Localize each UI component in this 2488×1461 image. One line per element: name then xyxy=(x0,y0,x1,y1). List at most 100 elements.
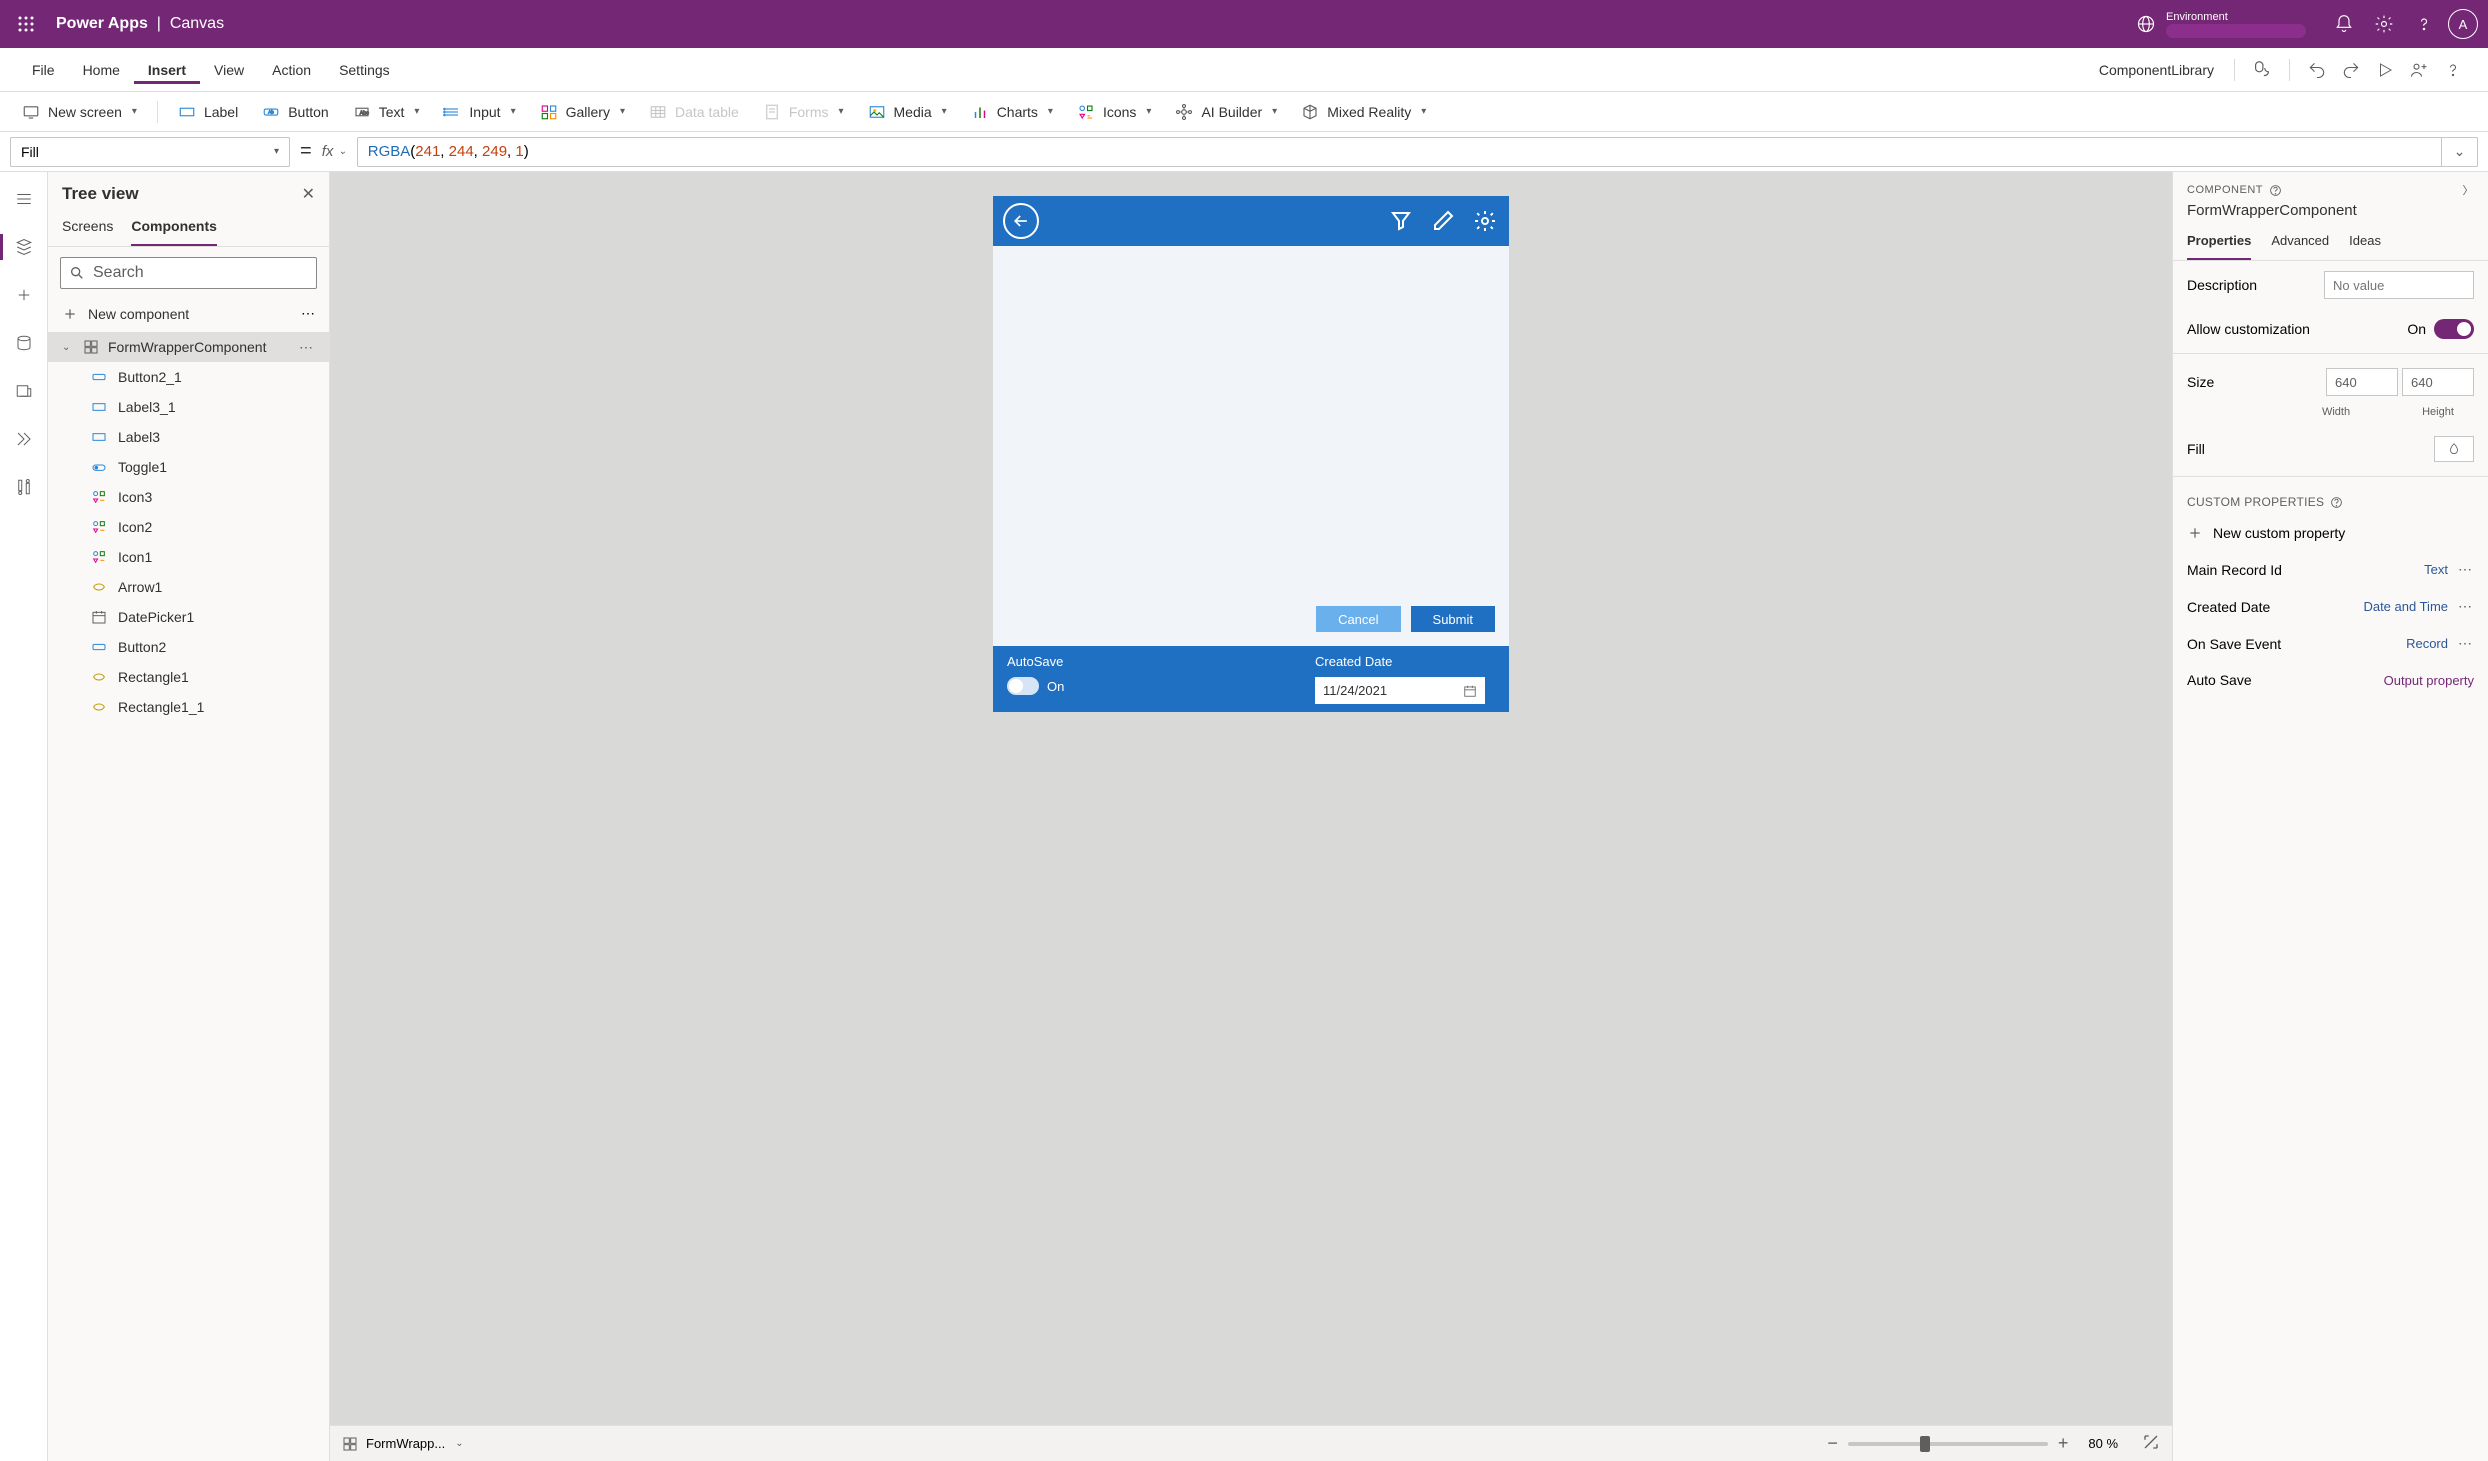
info-icon[interactable] xyxy=(2269,184,2282,197)
tree-node[interactable]: Button2 xyxy=(48,632,329,662)
property-selector[interactable]: Fill▾ xyxy=(10,137,290,167)
description-input[interactable] xyxy=(2324,271,2474,299)
menu-insert[interactable]: Insert xyxy=(134,56,200,84)
more-icon[interactable]: ⋯ xyxy=(2458,635,2474,652)
component-canvas[interactable]: Cancel Submit AutoSave On Created Date xyxy=(993,196,1509,712)
charts-dropdown[interactable]: Charts▾ xyxy=(961,99,1063,125)
insert-rail-icon[interactable] xyxy=(7,278,41,312)
info-icon[interactable] xyxy=(2330,496,2343,509)
props-tab-ideas[interactable]: Ideas xyxy=(2349,227,2381,260)
more-icon[interactable]: ⋯ xyxy=(2458,598,2474,615)
submit-button[interactable]: Submit xyxy=(1411,606,1495,632)
undo-icon[interactable] xyxy=(2300,53,2334,87)
mixed-reality-dropdown[interactable]: Mixed Reality▾ xyxy=(1291,99,1436,125)
tree-tab-components[interactable]: Components xyxy=(131,210,217,246)
screen-icon xyxy=(22,103,40,121)
close-panel-icon[interactable]: ✕ xyxy=(302,184,315,204)
tree-node[interactable]: DatePicker1 xyxy=(48,602,329,632)
tree-node[interactable]: Rectangle1_1 xyxy=(48,692,329,722)
tree-node[interactable]: Toggle1 xyxy=(48,452,329,482)
more-icon[interactable]: ⋯ xyxy=(2458,561,2474,578)
more-icon[interactable]: ⋯ xyxy=(299,339,319,356)
menu-home[interactable]: Home xyxy=(69,56,134,84)
component-footer: AutoSave On Created Date 11/24/2021 xyxy=(993,646,1509,712)
new-component-button[interactable]: New component ⋯ xyxy=(48,299,329,332)
ai-builder-dropdown[interactable]: AI Builder▾ xyxy=(1165,99,1287,125)
menu-view[interactable]: View xyxy=(200,56,258,84)
gallery-dropdown[interactable]: Gallery▾ xyxy=(530,99,635,125)
help-icon[interactable] xyxy=(2404,4,2444,44)
data-table-button: Data table xyxy=(639,99,749,125)
custom-property-row[interactable]: Auto SaveOutput property xyxy=(2173,662,2488,698)
tree-node[interactable]: Icon3 xyxy=(48,482,329,512)
more-icon[interactable]: ⋯ xyxy=(301,305,315,322)
panel-collapse-icon[interactable]: 〉 xyxy=(2463,182,2475,198)
panel-category: COMPONENT xyxy=(2187,184,2263,196)
share-icon[interactable] xyxy=(2402,53,2436,87)
custom-property-row[interactable]: Main Record IdText⋯ xyxy=(2173,551,2488,588)
zoom-slider[interactable] xyxy=(1848,1442,2048,1446)
media-dropdown[interactable]: Media▾ xyxy=(858,99,957,125)
settings-gear-icon[interactable] xyxy=(2364,4,2404,44)
hamburger-icon[interactable] xyxy=(7,182,41,216)
redo-icon[interactable] xyxy=(2334,53,2368,87)
props-tab-properties[interactable]: Properties xyxy=(2187,227,2251,260)
health-check-icon[interactable] xyxy=(2245,53,2279,87)
width-input[interactable] xyxy=(2326,368,2398,396)
tree-tab-screens[interactable]: Screens xyxy=(62,210,113,246)
input-dropdown[interactable]: Input▾ xyxy=(433,99,525,125)
created-date-input[interactable]: 11/24/2021 xyxy=(1315,677,1485,704)
data-rail-icon[interactable] xyxy=(7,326,41,360)
cancel-button[interactable]: Cancel xyxy=(1316,606,1400,632)
tree-node[interactable]: Arrow1 xyxy=(48,572,329,602)
icons-dropdown[interactable]: Icons▾ xyxy=(1067,99,1162,125)
tree-node[interactable]: Icon2 xyxy=(48,512,329,542)
menu-action[interactable]: Action xyxy=(258,56,325,84)
tree-node[interactable]: Label3 xyxy=(48,422,329,452)
back-arrow-icon[interactable] xyxy=(1003,203,1039,239)
edit-pencil-icon[interactable] xyxy=(1429,207,1457,235)
tree-node[interactable]: Rectangle1 xyxy=(48,662,329,692)
fill-color-picker[interactable] xyxy=(2434,436,2474,462)
new-screen-button[interactable]: New screen▾ xyxy=(12,99,147,125)
menu-file[interactable]: File xyxy=(18,56,69,84)
environment-picker[interactable]: Environment xyxy=(2136,11,2306,38)
fit-screen-icon[interactable] xyxy=(2142,1433,2160,1454)
fx-label[interactable]: fx⌄ xyxy=(322,143,347,160)
help-menu-icon[interactable] xyxy=(2436,53,2470,87)
menu-settings[interactable]: Settings xyxy=(325,56,404,84)
media-rail-icon[interactable] xyxy=(7,374,41,408)
props-tab-advanced[interactable]: Advanced xyxy=(2271,227,2329,260)
custom-property-row[interactable]: Created DateDate and Time⋯ xyxy=(2173,588,2488,625)
tree-view-icon[interactable] xyxy=(7,230,41,264)
selected-element-picker[interactable]: FormWrapp... ⌄ xyxy=(342,1436,464,1452)
tools-icon[interactable] xyxy=(7,470,41,504)
notifications-icon[interactable] xyxy=(2324,4,2364,44)
gear-icon[interactable] xyxy=(1471,207,1499,235)
left-rail xyxy=(0,172,48,1461)
tree-search-input[interactable]: Search xyxy=(60,257,317,289)
allow-customization-label: Allow customization xyxy=(2187,321,2310,337)
preview-play-icon[interactable] xyxy=(2368,53,2402,87)
formula-expand-icon[interactable]: ⌄ xyxy=(2442,137,2478,167)
power-automate-icon[interactable] xyxy=(7,422,41,456)
tree-node[interactable]: Icon1 xyxy=(48,542,329,572)
component-library-name[interactable]: ComponentLibrary xyxy=(2099,62,2214,78)
tree-node-root[interactable]: ⌄FormWrapperComponent⋯ xyxy=(48,332,329,362)
user-avatar[interactable]: A xyxy=(2448,9,2478,39)
custom-property-row[interactable]: On Save EventRecord⋯ xyxy=(2173,625,2488,662)
formula-input[interactable]: RGBA(241, 244, 249, 1) xyxy=(357,137,2442,167)
text-dropdown[interactable]: Abc Text▾ xyxy=(343,99,430,125)
filter-icon[interactable] xyxy=(1387,207,1415,235)
autosave-toggle[interactable]: On xyxy=(1007,677,1064,695)
new-custom-property-button[interactable]: New custom property xyxy=(2173,515,2488,551)
zoom-out-icon[interactable]: − xyxy=(1827,1433,1838,1454)
zoom-in-icon[interactable]: + xyxy=(2058,1433,2069,1454)
app-launcher-icon[interactable] xyxy=(10,8,42,40)
tree-node[interactable]: Button2_1 xyxy=(48,362,329,392)
height-input[interactable] xyxy=(2402,368,2474,396)
allow-customization-toggle[interactable]: On xyxy=(2407,319,2474,339)
tree-node[interactable]: Label3_1 xyxy=(48,392,329,422)
button-button[interactable]: Ab Button xyxy=(252,99,338,125)
label-button[interactable]: Label xyxy=(168,99,248,125)
